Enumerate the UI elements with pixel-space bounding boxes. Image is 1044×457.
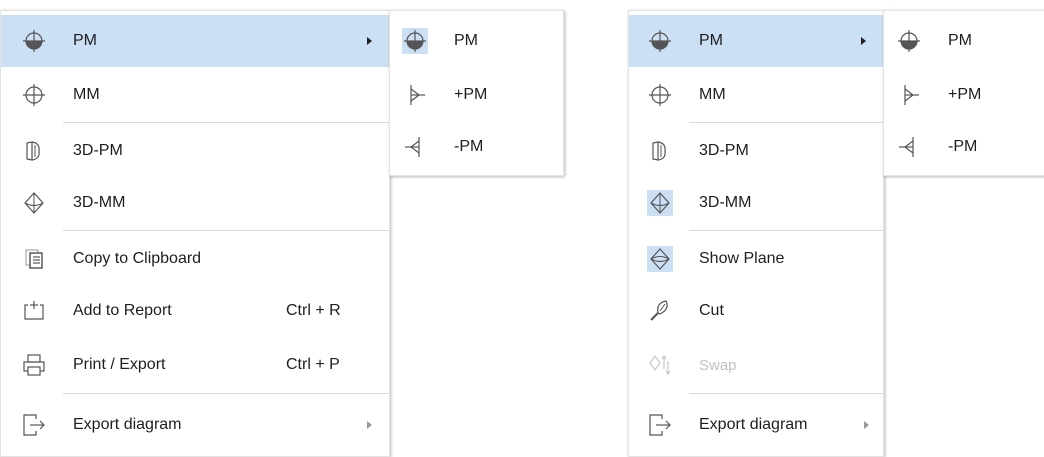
menu-separator — [689, 393, 883, 394]
context-menu-right: PM MM 3D-PM 3D-MM Show Plane Cut Swap Ex… — [628, 10, 884, 457]
submenu-item-label: PM — [454, 32, 478, 49]
menu-item-3d-pm[interactable]: 3D-PM — [629, 125, 883, 177]
submenu-left: PM +PM -PM — [389, 10, 564, 176]
submenu-item-label: +PM — [948, 86, 982, 103]
submenu-arrow-icon — [861, 37, 866, 45]
submenu-item-plus-pm[interactable]: +PM — [390, 69, 563, 121]
crosshair-circle-icon — [647, 82, 673, 108]
menu-item-print-export[interactable]: Print / Export Ctrl + P — [1, 339, 389, 391]
shortcut-label: Ctrl + R — [286, 302, 341, 319]
clipboard-icon — [21, 246, 47, 272]
submenu-arrow-icon — [367, 37, 372, 45]
menu-item-label: Show Plane — [699, 250, 785, 267]
show-plane-icon — [647, 246, 673, 272]
submenu-arrow-icon — [367, 421, 372, 429]
menu-item-show-plane[interactable]: Show Plane — [629, 233, 883, 285]
submenu-item-label: -PM — [454, 138, 484, 155]
menu-item-3d-pm[interactable]: 3D-PM — [1, 125, 389, 177]
menu-item-export-diagram[interactable]: Export diagram — [629, 399, 883, 451]
menu-item-label: 3D-MM — [73, 194, 126, 211]
swap-icon — [647, 352, 673, 378]
export-icon — [21, 412, 47, 438]
menu-item-label: Swap — [699, 356, 737, 374]
menu-separator — [689, 122, 883, 123]
3d-mm-icon — [21, 190, 47, 216]
submenu-item-pm[interactable]: PM — [390, 15, 563, 67]
add-to-report-icon — [21, 298, 47, 324]
shortcut-label: Ctrl + P — [286, 356, 340, 373]
submenu-item-label: -PM — [948, 138, 978, 155]
submenu-item-label: PM — [948, 32, 972, 49]
menu-item-pm[interactable]: PM — [1, 15, 389, 67]
menu-item-label: Cut — [699, 302, 724, 319]
menu-item-label: 3D-PM — [699, 142, 749, 159]
menu-item-mm[interactable]: MM — [1, 69, 389, 121]
menu-item-export-diagram[interactable]: Export diagram — [1, 399, 389, 451]
crosshair-circle-icon — [21, 28, 47, 54]
menu-item-copy-to-clipboard[interactable]: Copy to Clipboard — [1, 233, 389, 285]
submenu-item-minus-pm[interactable]: -PM — [390, 121, 563, 173]
menu-item-label: MM — [73, 86, 100, 103]
menu-item-label: Export diagram — [73, 416, 182, 433]
menu-item-label: PM — [73, 32, 97, 49]
export-icon — [647, 412, 673, 438]
half-plus-icon — [402, 82, 428, 108]
menu-item-swap[interactable]: Swap — [629, 339, 883, 391]
menu-separator — [63, 230, 389, 231]
context-menu-left: PM MM 3D-PM 3D-MM Copy to Clipboard Add … — [0, 10, 390, 457]
menu-separator — [63, 122, 389, 123]
menu-item-cut[interactable]: Cut — [629, 285, 883, 337]
3d-pm-icon — [21, 138, 47, 164]
submenu-item-pm[interactable]: PM — [884, 15, 1044, 67]
menu-separator — [63, 393, 389, 394]
submenu-item-label: +PM — [454, 86, 488, 103]
menu-item-3d-mm[interactable]: 3D-MM — [1, 177, 389, 229]
3d-mm-icon — [647, 190, 673, 216]
menu-item-label: PM — [699, 32, 723, 49]
cut-knife-icon — [647, 298, 673, 324]
menu-item-label: MM — [699, 86, 726, 103]
submenu-item-plus-pm[interactable]: +PM — [884, 69, 1044, 121]
menu-item-add-to-report[interactable]: Add to Report Ctrl + R — [1, 285, 389, 337]
half-minus-icon — [896, 134, 922, 160]
menu-item-label: Print / Export — [73, 356, 166, 373]
menu-item-3d-mm[interactable]: 3D-MM — [629, 177, 883, 229]
crosshair-circle-icon — [402, 28, 428, 54]
menu-item-label: Copy to Clipboard — [73, 250, 202, 267]
menu-item-label: 3D-MM — [699, 194, 752, 211]
menu-separator — [689, 230, 883, 231]
submenu-right: PM +PM -PM — [883, 10, 1044, 176]
printer-icon — [21, 352, 47, 378]
menu-item-label: Add to Report — [73, 302, 172, 319]
submenu-arrow-icon — [864, 421, 869, 429]
menu-item-pm[interactable]: PM — [629, 15, 884, 67]
menu-item-label: 3D-PM — [73, 142, 123, 159]
crosshair-circle-icon — [21, 82, 47, 108]
half-plus-icon — [896, 82, 922, 108]
menu-item-label: Export diagram — [699, 416, 808, 433]
submenu-item-minus-pm[interactable]: -PM — [884, 121, 1044, 173]
half-minus-icon — [402, 134, 428, 160]
3d-pm-icon — [647, 138, 673, 164]
crosshair-circle-icon — [896, 28, 922, 54]
menu-item-mm[interactable]: MM — [629, 69, 883, 121]
crosshair-circle-icon — [647, 28, 673, 54]
